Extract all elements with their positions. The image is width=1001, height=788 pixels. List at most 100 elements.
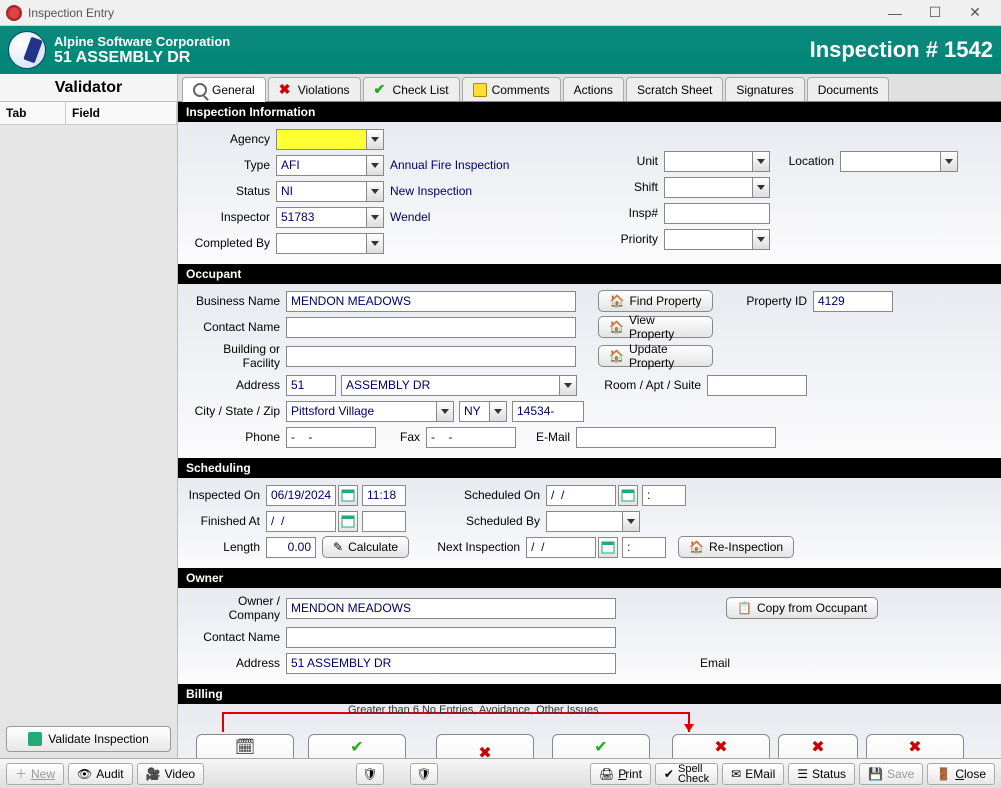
- audit-button[interactable]: 👁Audit: [68, 763, 133, 785]
- address-street-input[interactable]: [341, 375, 559, 396]
- close-window-button[interactable]: ✕: [955, 1, 995, 25]
- shield-icon: 🛡: [416, 767, 431, 781]
- calendar-icon[interactable]: [618, 485, 638, 506]
- owner-company-input[interactable]: [286, 598, 616, 619]
- room-input[interactable]: [707, 375, 807, 396]
- location-input[interactable]: [840, 151, 940, 172]
- shield-icon: 🛡: [362, 767, 377, 781]
- agency-input[interactable]: [276, 129, 366, 150]
- copy-from-occupant-button[interactable]: 📋Copy from Occupant: [726, 597, 878, 619]
- flow-inspection-scheduled[interactable]: 🗓Inspection Scheduled: [196, 734, 294, 758]
- next-inspection-time[interactable]: [622, 537, 666, 558]
- tab-scratch[interactable]: Scratch Sheet: [626, 77, 723, 101]
- video-button[interactable]: 🎥Video: [137, 763, 204, 785]
- next-inspection-label: Next Inspection: [409, 540, 526, 554]
- zip-input[interactable]: [512, 401, 584, 422]
- finished-at-time[interactable]: [362, 511, 406, 532]
- tab-signatures[interactable]: Signatures: [725, 77, 804, 101]
- type-dropdown[interactable]: [366, 155, 384, 176]
- billing-header: Billing: [178, 684, 1001, 704]
- close-button[interactable]: 🚪Close: [927, 763, 995, 785]
- address-street-dropdown[interactable]: [559, 375, 577, 396]
- maximize-button[interactable]: ☐: [915, 1, 955, 25]
- flow-violations-cited[interactable]: ✖Violations Cited: [778, 734, 858, 758]
- city-dropdown[interactable]: [436, 401, 454, 422]
- calculate-button[interactable]: ✎Calculate: [322, 536, 409, 558]
- inspected-on-time[interactable]: [362, 485, 406, 506]
- view-property-button[interactable]: 🏠View Property: [598, 316, 713, 338]
- shift-dropdown[interactable]: [752, 177, 770, 198]
- inspected-on-date[interactable]: [266, 485, 336, 506]
- building-input[interactable]: [286, 346, 576, 367]
- inspector-input[interactable]: [276, 207, 366, 228]
- state-input[interactable]: [459, 401, 489, 422]
- owner-address-input[interactable]: [286, 653, 616, 674]
- phone-input[interactable]: [286, 427, 376, 448]
- flow-violations-found[interactable]: ✖Violations Found: [436, 734, 534, 758]
- header-address: 51 ASSEMBLY DR: [54, 49, 230, 67]
- business-name-input[interactable]: [286, 291, 576, 312]
- building-label: Building or Facility: [186, 342, 286, 370]
- owner-company-label: Owner / Company: [186, 594, 286, 622]
- status-dropdown[interactable]: [366, 181, 384, 202]
- print-button[interactable]: 🖨Print: [590, 763, 651, 785]
- type-input[interactable]: [276, 155, 366, 176]
- completedby-dropdown[interactable]: [366, 233, 384, 254]
- status-input[interactable]: [276, 181, 366, 202]
- tab-comments[interactable]: Comments: [462, 77, 561, 101]
- state-dropdown[interactable]: [489, 401, 507, 422]
- flow-refer-fire[interactable]: ✖Refer to Fire Inspector: [672, 734, 770, 758]
- tab-checklist[interactable]: ✔Check List: [363, 77, 460, 101]
- tab-documents[interactable]: Documents: [807, 77, 890, 101]
- length-input[interactable]: [266, 537, 316, 558]
- shift-input[interactable]: [664, 177, 752, 198]
- address-num-input[interactable]: [286, 375, 336, 396]
- validator-tab-header[interactable]: Tab: [0, 102, 66, 124]
- inspector-dropdown[interactable]: [366, 207, 384, 228]
- minimize-button[interactable]: —: [875, 1, 915, 25]
- save-button[interactable]: 💾Save: [859, 763, 923, 785]
- tab-actions[interactable]: Actions: [563, 77, 624, 101]
- email-button[interactable]: ✉EMail: [722, 763, 784, 785]
- completedby-input[interactable]: [276, 233, 366, 254]
- scheduled-by-input[interactable]: [546, 511, 622, 532]
- flow-refer-safety[interactable]: ✖Refer to Safety Supervisor: [866, 734, 964, 758]
- scheduled-on-date[interactable]: [546, 485, 616, 506]
- validator-field-header[interactable]: Field: [66, 102, 177, 124]
- x-icon: ✖: [714, 741, 727, 755]
- flow-corrected-compliant[interactable]: ✔Corrected and Compliant: [552, 734, 650, 758]
- unit-dropdown[interactable]: [752, 151, 770, 172]
- priority-dropdown[interactable]: [752, 229, 770, 250]
- validate-inspection-button[interactable]: Validate Inspection: [6, 726, 171, 752]
- unit-input[interactable]: [664, 151, 752, 172]
- scheduled-by-dropdown[interactable]: [622, 511, 640, 532]
- location-dropdown[interactable]: [940, 151, 958, 172]
- reinspection-button[interactable]: 🏠Re-Inspection: [678, 536, 794, 558]
- agency-dropdown[interactable]: [366, 129, 384, 150]
- owner-contact-input[interactable]: [286, 627, 616, 648]
- email-input[interactable]: [576, 427, 776, 448]
- find-property-button[interactable]: 🏠Find Property: [598, 290, 713, 312]
- priority-input[interactable]: [664, 229, 752, 250]
- calendar-icon[interactable]: [338, 511, 358, 532]
- status-button[interactable]: ☰Status: [788, 763, 855, 785]
- finished-at-date[interactable]: [266, 511, 336, 532]
- shield-button-2[interactable]: 🛡: [410, 763, 438, 785]
- fax-input[interactable]: [426, 427, 516, 448]
- tab-violations[interactable]: ✖Violations: [268, 77, 361, 101]
- calendar-icon[interactable]: [338, 485, 358, 506]
- new-button[interactable]: ＋New: [6, 763, 64, 785]
- shield-button-1[interactable]: 🛡: [356, 763, 384, 785]
- tab-general[interactable]: General: [182, 77, 266, 102]
- flow-completed-compliant[interactable]: ✔Completed and Compliant: [308, 734, 406, 758]
- spellcheck-button[interactable]: ✔SpellCheck: [655, 763, 718, 785]
- next-inspection-date[interactable]: [526, 537, 596, 558]
- inspnum-input[interactable]: [664, 203, 770, 224]
- property-id-input[interactable]: [813, 291, 893, 312]
- city-input[interactable]: [286, 401, 436, 422]
- update-property-button[interactable]: 🏠Update Property: [598, 345, 713, 367]
- scheduled-on-time[interactable]: [642, 485, 686, 506]
- calendar-icon[interactable]: [598, 537, 618, 558]
- house-icon: 🏠: [609, 349, 624, 363]
- contact-name-input[interactable]: [286, 317, 576, 338]
